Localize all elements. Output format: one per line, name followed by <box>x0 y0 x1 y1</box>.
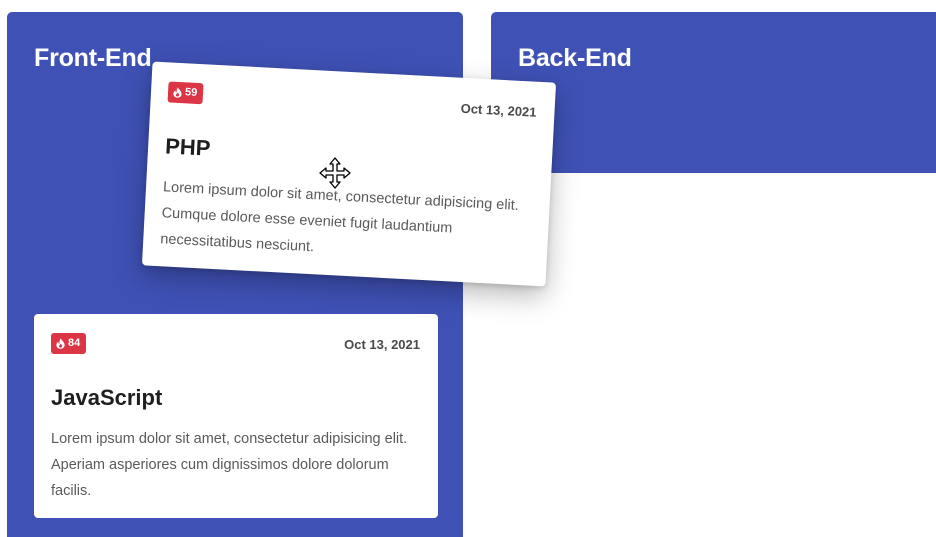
column-title-front-end: Front-End <box>34 44 152 72</box>
priority-badge: 84 <box>51 333 87 354</box>
badge-count: 84 <box>68 337 81 349</box>
move-cursor-icon <box>319 157 351 189</box>
kanban-board: Front-End Back-End 84 Oct 13, 2021 JavaS… <box>0 0 936 537</box>
task-card-javascript[interactable]: 84 Oct 13, 2021 JavaScript Lorem ipsum d… <box>34 314 438 518</box>
priority-badge: 59 <box>167 81 204 105</box>
badge-count: 59 <box>184 86 198 99</box>
flame-icon <box>56 338 65 349</box>
card-date: Oct 13, 2021 <box>460 100 537 120</box>
flame-icon <box>173 87 182 98</box>
column-back-end: Back-End <box>491 12 936 173</box>
card-title: JavaScript <box>51 385 163 410</box>
card-description: Lorem ipsum dolor sit amet, consectetur … <box>51 431 408 499</box>
card-title: PHP <box>164 133 212 161</box>
column-title-back-end: Back-End <box>518 44 632 72</box>
card-date: Oct 13, 2021 <box>344 337 420 352</box>
